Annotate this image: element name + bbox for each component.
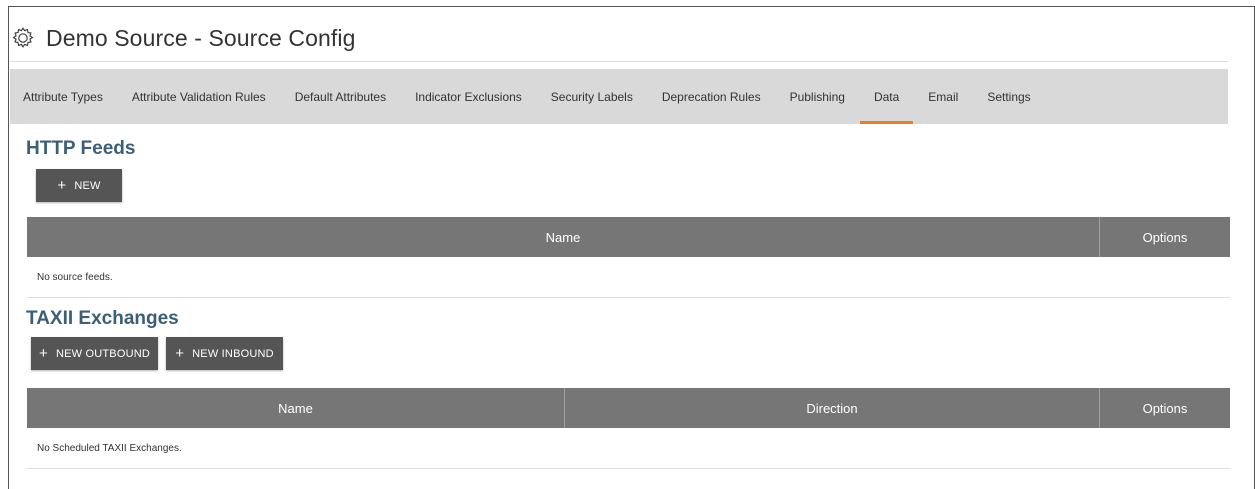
header-divider	[10, 61, 1228, 62]
column-header-options: Options	[1142, 229, 1188, 245]
new-outbound-button[interactable]: + NEW OUTBOUND	[31, 337, 158, 370]
taxii-exchanges-title: TAXII Exchanges	[26, 308, 179, 329]
page-title: Demo Source - Source Config	[46, 24, 356, 51]
tab-deprecation-rules[interactable]: Deprecation Rules	[662, 69, 761, 124]
new-inbound-button-label: NEW INBOUND	[192, 347, 274, 360]
column-header-direction[interactable]: Direction	[565, 388, 1100, 428]
tab-bar: Attribute Types Attribute Validation Rul…	[10, 69, 1228, 124]
tab-publishing[interactable]: Publishing	[790, 69, 845, 124]
taxii-table-header: Name Direction Options	[27, 388, 1230, 428]
taxii-empty-message: No Scheduled TAXII Exchanges.	[27, 429, 1230, 469]
gear-icon	[10, 25, 36, 51]
tab-attribute-validation-rules[interactable]: Attribute Validation Rules	[132, 69, 266, 124]
column-header-name[interactable]: Name	[27, 388, 565, 428]
column-header-options: Options	[1142, 400, 1188, 416]
new-feed-button[interactable]: + NEW	[36, 169, 122, 202]
http-feeds-empty-message: No source feeds.	[27, 258, 1230, 298]
http-feeds-table-header: Name Options	[27, 217, 1230, 257]
plus-icon: +	[175, 345, 185, 362]
tab-attribute-types[interactable]: Attribute Types	[23, 69, 103, 124]
tab-indicator-exclusions[interactable]: Indicator Exclusions	[415, 69, 522, 124]
tab-default-attributes[interactable]: Default Attributes	[295, 69, 386, 124]
new-feed-button-label: NEW	[74, 179, 101, 192]
page-header: Demo Source - Source Config	[10, 18, 1228, 58]
new-inbound-button[interactable]: + NEW INBOUND	[166, 337, 283, 370]
column-header-name[interactable]: Name	[27, 217, 1100, 257]
tab-email[interactable]: Email	[928, 69, 958, 124]
http-feeds-title: HTTP Feeds	[26, 138, 136, 159]
tab-security-labels[interactable]: Security Labels	[551, 69, 633, 124]
plus-icon: +	[38, 345, 48, 362]
tab-data[interactable]: Data	[859, 69, 914, 124]
plus-icon: +	[57, 177, 67, 194]
new-outbound-button-label: NEW OUTBOUND	[55, 347, 151, 360]
tab-settings[interactable]: Settings	[987, 69, 1030, 124]
